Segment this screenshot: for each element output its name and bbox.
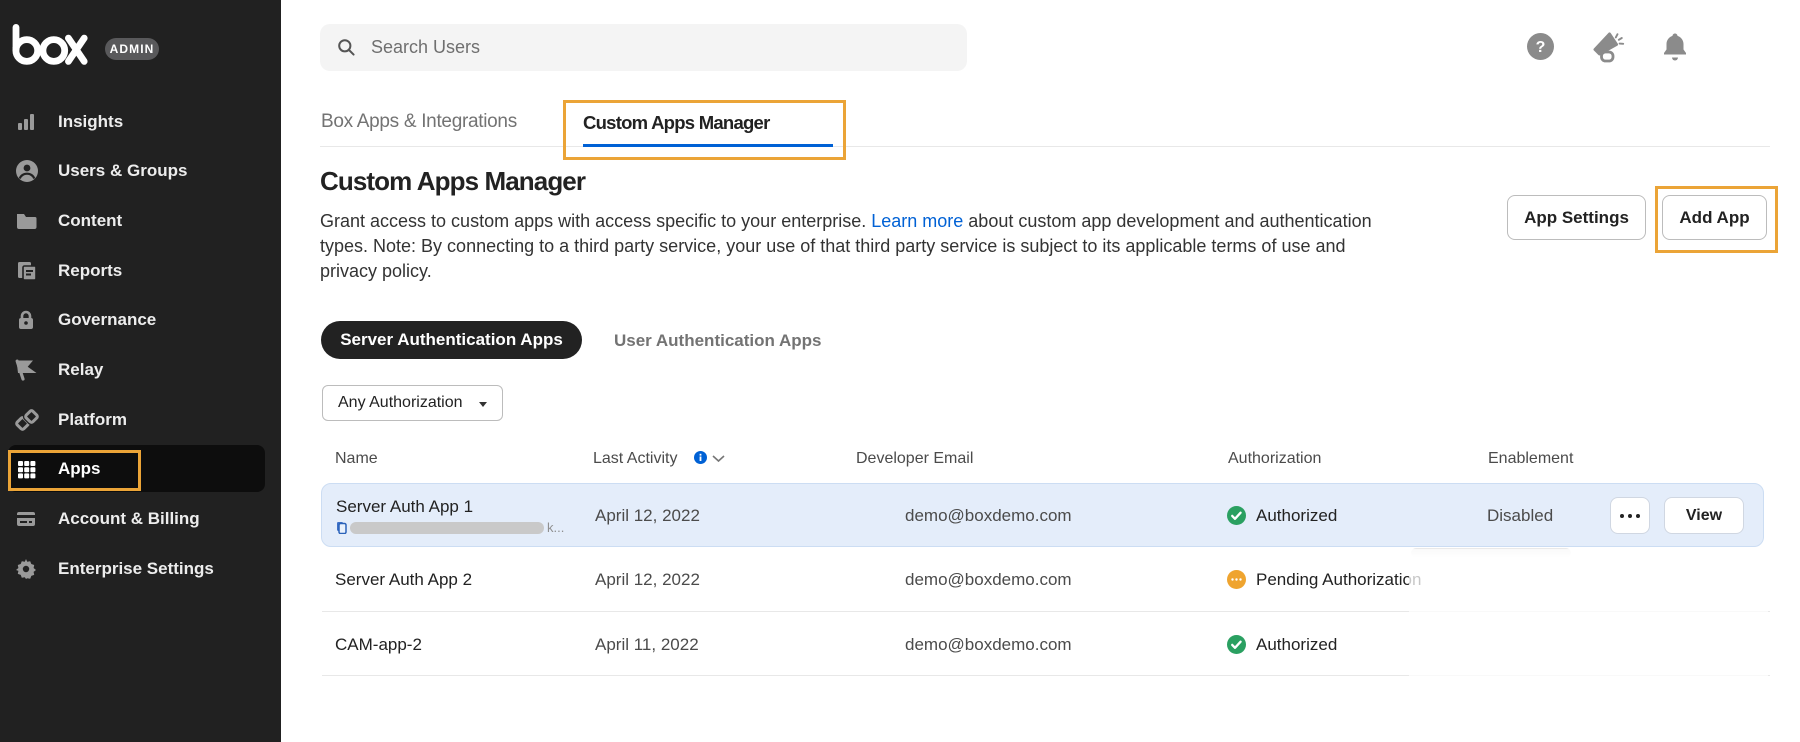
svg-text:?: ? [1536, 39, 1546, 56]
